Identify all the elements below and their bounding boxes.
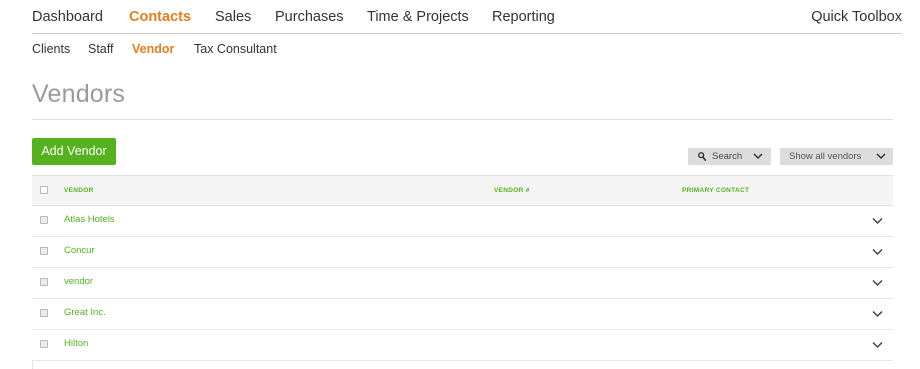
- vendor-name-link[interactable]: Great Inc.: [64, 307, 106, 318]
- row-checkbox[interactable]: [40, 340, 48, 348]
- chevron-down-icon: [753, 153, 763, 160]
- chevron-down-icon[interactable]: [872, 217, 883, 225]
- subnav-vendor[interactable]: Vendor: [132, 42, 174, 56]
- table-row[interactable]: vendor: [32, 268, 893, 299]
- nav-time-projects[interactable]: Time & Projects: [367, 9, 469, 25]
- row-checkbox[interactable]: [40, 309, 48, 317]
- title-divider: [32, 119, 893, 120]
- select-all-checkbox[interactable]: [40, 186, 48, 194]
- table-row[interactable]: Great Inc.: [32, 299, 893, 330]
- column-header-vendor[interactable]: Vendor: [64, 187, 94, 194]
- vendor-name-link[interactable]: Concur: [64, 245, 95, 256]
- search-label: Search: [712, 151, 743, 162]
- magnifier-icon: [698, 152, 706, 161]
- vendors-table: Vendor Vendor # Primary Contact Atlas Ho…: [32, 175, 893, 361]
- subnav-clients[interactable]: Clients: [32, 42, 70, 56]
- vendor-name-link[interactable]: vendor: [64, 276, 93, 287]
- nav-sales[interactable]: Sales: [215, 9, 251, 25]
- table-row[interactable]: Concur: [32, 237, 893, 268]
- subnav-staff[interactable]: Staff: [88, 42, 113, 56]
- chevron-down-icon[interactable]: [872, 310, 883, 318]
- table-row[interactable]: Atlas Hotels: [32, 206, 893, 237]
- row-checkbox[interactable]: [40, 216, 48, 224]
- show-all-vendors-label: Show all vendors: [789, 151, 862, 162]
- chevron-down-icon[interactable]: [872, 341, 883, 349]
- add-vendor-button[interactable]: Add Vendor: [32, 138, 116, 165]
- chevron-down-icon[interactable]: [872, 279, 883, 287]
- vendor-name-link[interactable]: Hilton: [64, 338, 88, 349]
- page-title: Vendors: [32, 80, 126, 108]
- nav-purchases[interactable]: Purchases: [275, 9, 344, 25]
- vendor-name-link[interactable]: Atlas Hotels: [64, 214, 115, 225]
- chevron-down-icon[interactable]: [872, 248, 883, 256]
- subnav-tax-consultant[interactable]: Tax Consultant: [194, 42, 277, 56]
- quick-toolbox-link[interactable]: Quick Toolbox: [811, 9, 902, 25]
- table-row[interactable]: Hilton: [32, 330, 893, 361]
- show-all-vendors-dropdown[interactable]: Show all vendors: [780, 148, 893, 165]
- column-header-vendor-number[interactable]: Vendor #: [494, 187, 530, 194]
- row-checkbox[interactable]: [40, 247, 48, 255]
- chevron-down-icon: [876, 153, 886, 160]
- search-button[interactable]: Search: [688, 148, 771, 165]
- nav-reporting[interactable]: Reporting: [492, 9, 555, 25]
- row-checkbox[interactable]: [40, 278, 48, 286]
- nav-dashboard[interactable]: Dashboard: [32, 9, 103, 25]
- nav-contacts[interactable]: Contacts: [129, 9, 191, 25]
- column-header-primary-contact[interactable]: Primary Contact: [682, 187, 749, 194]
- table-header: Vendor Vendor # Primary Contact: [32, 175, 893, 206]
- main-nav: Dashboard Contacts Sales Purchases Time …: [32, 0, 902, 34]
